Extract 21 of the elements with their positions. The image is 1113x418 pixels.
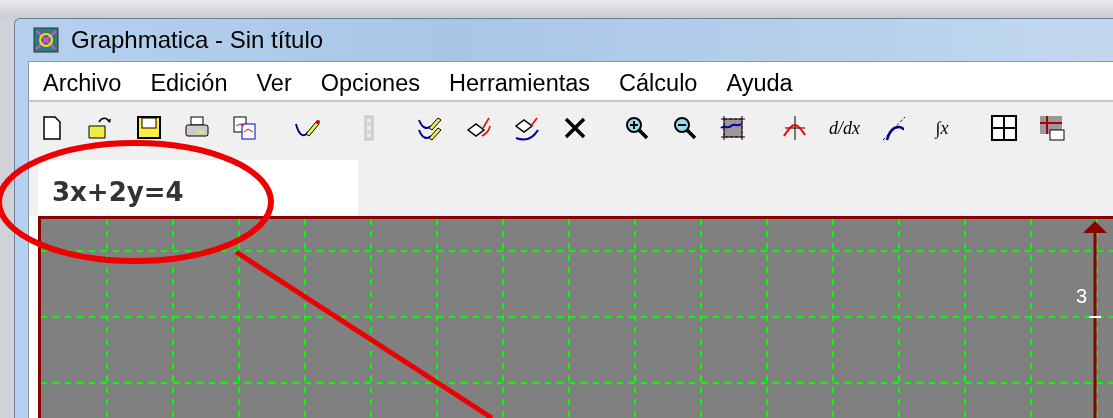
- table-icon[interactable]: [990, 114, 1018, 142]
- integral-icon[interactable]: ∫x: [928, 114, 956, 142]
- menu-item[interactable]: Ver: [256, 65, 292, 97]
- menu-item[interactable]: Herramientas: [449, 65, 591, 97]
- app-icon: [33, 27, 59, 53]
- tangent-curve-icon[interactable]: [880, 114, 908, 142]
- crossing-curve-icon[interactable]: [781, 114, 809, 142]
- menu-item[interactable]: Cálculo: [619, 65, 698, 97]
- menu-item[interactable]: Edición: [150, 65, 228, 97]
- window-title: Graphmatica - Sin título: [71, 26, 324, 54]
- axis-tick-label: 3: [1076, 285, 1088, 308]
- menu-item[interactable]: Opciones: [320, 65, 420, 97]
- derivative-icon[interactable]: d/dx: [829, 114, 860, 142]
- menu-item[interactable]: Ayuda: [726, 65, 793, 97]
- menu-item[interactable]: Archivo: [43, 65, 122, 97]
- graph-frame-icon[interactable]: [719, 114, 747, 142]
- zoom-in-icon[interactable]: [623, 114, 651, 142]
- documents-icon[interactable]: [231, 114, 259, 142]
- equation-field[interactable]: 3x+2y=4: [38, 160, 358, 216]
- grid-table-icon[interactable]: [1038, 114, 1066, 142]
- zoom-out-icon[interactable]: [671, 114, 699, 142]
